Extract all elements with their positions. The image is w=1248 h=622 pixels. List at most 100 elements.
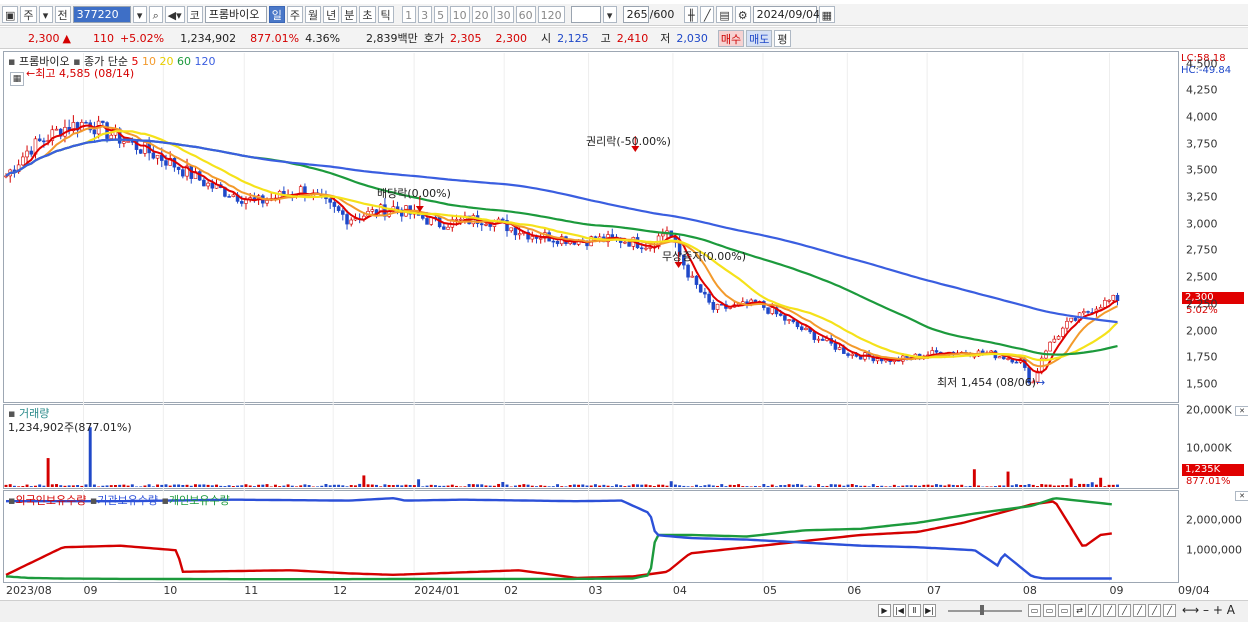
volume-bar-103 bbox=[438, 486, 441, 487]
candle-186 bbox=[788, 320, 791, 321]
volume-bar-219 bbox=[927, 485, 930, 487]
volume-bar-249 bbox=[1053, 486, 1056, 487]
volume-bar-183 bbox=[775, 486, 778, 487]
volume-bar-2 bbox=[13, 486, 16, 487]
volume-rate-tag: 877.01% bbox=[1186, 476, 1231, 487]
first-icon[interactable]: |◀ bbox=[893, 604, 906, 617]
volume-bar-157 bbox=[666, 486, 669, 487]
candle-53 bbox=[228, 196, 231, 197]
volume-bar-151 bbox=[640, 485, 643, 487]
volume-bar-86 bbox=[367, 484, 370, 487]
volume-bar-87 bbox=[371, 485, 374, 487]
volume-tick-1: 20,000K bbox=[1186, 403, 1232, 416]
volume-bar-81 bbox=[346, 486, 349, 487]
candle-147 bbox=[623, 242, 626, 243]
volume-bar-163 bbox=[691, 486, 694, 487]
volume-bar-1 bbox=[9, 484, 12, 487]
candle-189 bbox=[800, 327, 803, 330]
candle-164 bbox=[695, 276, 698, 284]
volume-bar-62 bbox=[266, 484, 269, 487]
volume-bar-144 bbox=[611, 486, 614, 487]
volume-bar-128 bbox=[543, 486, 546, 487]
candle-260 bbox=[1099, 307, 1102, 309]
volume-bar-53 bbox=[228, 485, 231, 487]
candle-192 bbox=[813, 332, 816, 340]
pause-icon[interactable]: Ⅱ bbox=[908, 604, 921, 617]
volume-bar-218 bbox=[922, 485, 925, 487]
volume-bar-208 bbox=[880, 486, 883, 487]
volume-bar-59 bbox=[253, 486, 256, 487]
volume-bar-55 bbox=[236, 486, 239, 487]
volume-bar-170 bbox=[720, 484, 723, 487]
volume-bar-220 bbox=[931, 485, 934, 487]
volume-bar-66 bbox=[282, 486, 285, 487]
volume-bar-162 bbox=[687, 486, 690, 487]
candle-250 bbox=[1057, 336, 1060, 339]
candle-167 bbox=[708, 294, 711, 302]
volume-bar-215 bbox=[910, 485, 913, 487]
candle-19 bbox=[85, 122, 88, 123]
zoom-slider-handle[interactable] bbox=[980, 605, 984, 615]
candle-32 bbox=[139, 150, 142, 154]
volume-bar-107 bbox=[455, 486, 458, 487]
volume-bar-112 bbox=[476, 484, 479, 487]
price-tick-4: 2,500 bbox=[1186, 271, 1218, 284]
compare-icon[interactable]: ⇄ bbox=[1073, 604, 1086, 617]
volume-value: 1,234,902주(877.01%) bbox=[8, 419, 132, 435]
volume-bar-12 bbox=[55, 484, 58, 487]
volume-close-icon[interactable]: ✕ bbox=[1235, 406, 1248, 416]
draw-icon-3[interactable]: ╱ bbox=[1118, 604, 1131, 617]
volume-bar-44 bbox=[190, 486, 193, 487]
view-icon-2[interactable]: ▭ bbox=[1043, 604, 1056, 617]
volume-bar-15 bbox=[68, 485, 71, 487]
candle-193 bbox=[817, 339, 820, 340]
price-tick-3: 2,250 bbox=[1186, 297, 1218, 310]
candle-181 bbox=[767, 308, 770, 314]
volume-bar-132 bbox=[560, 486, 563, 487]
draw-icon-1[interactable]: ╱ bbox=[1088, 604, 1101, 617]
volume-bar-140 bbox=[594, 484, 597, 487]
last-icon[interactable]: ▶| bbox=[923, 604, 936, 617]
ma-line-60 bbox=[6, 140, 1118, 355]
candle-251 bbox=[1061, 328, 1064, 336]
candle-12 bbox=[55, 129, 58, 130]
view-icon-3[interactable]: ▭ bbox=[1058, 604, 1071, 617]
holding-tick-1: 2,000,000 bbox=[1186, 513, 1242, 526]
volume-bar-178 bbox=[754, 486, 757, 487]
chart-canvas bbox=[0, 0, 1248, 621]
view-icon-1[interactable]: ▭ bbox=[1028, 604, 1041, 617]
candle-38 bbox=[165, 161, 168, 166]
draw-icon-2[interactable]: ╱ bbox=[1103, 604, 1116, 617]
volume-bar-207 bbox=[876, 486, 879, 487]
volume-bar-214 bbox=[906, 485, 909, 487]
legend-institution: 기관보유수량 bbox=[97, 494, 158, 507]
volume-bar-124 bbox=[527, 485, 530, 487]
volume-bar-175 bbox=[741, 486, 744, 487]
candle-130 bbox=[552, 241, 555, 242]
draw-icon-4[interactable]: ╱ bbox=[1133, 604, 1146, 617]
zoom-tools[interactable]: ⟷ – + A bbox=[1182, 603, 1235, 617]
volume-bar-192 bbox=[813, 486, 816, 487]
table-icon[interactable]: ▦ bbox=[10, 72, 24, 86]
volume-bar-26 bbox=[114, 485, 117, 487]
holding-close-icon[interactable]: ✕ bbox=[1235, 491, 1248, 501]
draw-icon-5[interactable]: ╱ bbox=[1148, 604, 1161, 617]
scroll-right-icon[interactable]: ▶ bbox=[878, 604, 891, 617]
draw-icon-6[interactable]: ╱ bbox=[1163, 604, 1176, 617]
volume-bar-104 bbox=[442, 486, 445, 487]
zoom-slider[interactable] bbox=[948, 610, 1022, 612]
volume-bar-203 bbox=[859, 486, 862, 487]
volume-bar-146 bbox=[619, 485, 622, 487]
candle-131 bbox=[556, 241, 559, 243]
candle-82 bbox=[350, 220, 353, 224]
volume-bar-113 bbox=[480, 484, 483, 487]
x-label-13: 09 bbox=[1110, 584, 1124, 597]
candle-41 bbox=[177, 167, 180, 169]
volume-bar-82 bbox=[350, 485, 353, 487]
volume-bar-56 bbox=[240, 485, 243, 487]
volume-bar-251 bbox=[1061, 485, 1064, 487]
candle-125 bbox=[531, 236, 534, 239]
volume-bar-150 bbox=[636, 484, 639, 487]
volume-bar-114 bbox=[484, 485, 487, 487]
volume-bar-227 bbox=[960, 485, 963, 487]
